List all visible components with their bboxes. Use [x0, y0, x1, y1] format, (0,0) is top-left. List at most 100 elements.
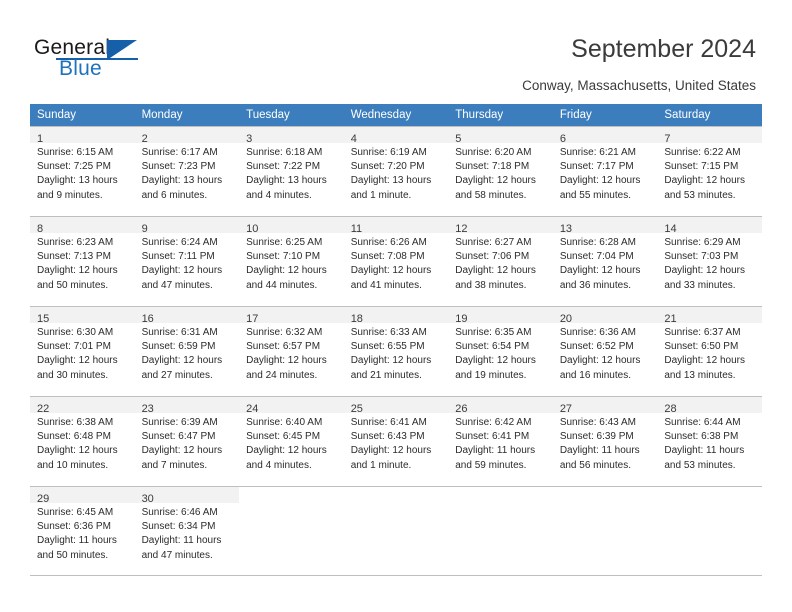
calendar-day-cell[interactable]: 3 Sunrise: 6:18 AM Sunset: 7:22 PM Dayli…: [239, 126, 344, 216]
sunrise-text: Sunrise: 6:46 AM: [141, 507, 218, 518]
sunrise-text: Sunrise: 6:26 AM: [350, 237, 427, 248]
sunset-text: Sunset: 7:08 PM: [350, 251, 425, 263]
weekday-header-thursday: Thursday: [448, 104, 553, 126]
calendar-day-cell[interactable]: 21 Sunrise: 6:37 AM Sunset: 6:50 PM Dayl…: [657, 306, 762, 396]
daylight-text-line2: and 16 minutes.: [559, 369, 631, 381]
day-details: Sunrise: 6:31 AM Sunset: 6:59 PM Dayligh…: [135, 323, 240, 383]
day-number: 6: [559, 133, 566, 145]
calendar-day-cell[interactable]: 14 Sunrise: 6:29 AM Sunset: 7:03 PM Dayl…: [657, 216, 762, 306]
location-subtitle: Conway, Massachusetts, United States: [522, 78, 756, 93]
calendar-day-cell[interactable]: 26 Sunrise: 6:42 AM Sunset: 6:41 PM Dayl…: [448, 396, 553, 486]
daylight-text-line1: Daylight: 11 hours: [141, 535, 222, 547]
day-number: 15: [37, 313, 50, 325]
sunset-text: Sunset: 7:03 PM: [664, 251, 739, 263]
day-details: Sunrise: 6:20 AM Sunset: 7:18 PM Dayligh…: [448, 143, 553, 203]
daylight-text-line1: Daylight: 11 hours: [37, 535, 117, 547]
calendar-day-cell[interactable]: 20 Sunrise: 6:36 AM Sunset: 6:52 PM Dayl…: [552, 306, 658, 396]
day-number: 26: [455, 403, 468, 415]
calendar-day-cell[interactable]: 1 Sunrise: 6:15 AM Sunset: 7:25 PM Dayli…: [30, 126, 135, 216]
calendar-day-cell[interactable]: 8 Sunrise: 6:23 AM Sunset: 7:13 PM Dayli…: [30, 216, 135, 306]
daylight-text-line1: Daylight: 11 hours: [559, 445, 640, 457]
daylight-text-line1: Daylight: 12 hours: [141, 445, 223, 457]
calendar-day-cell-empty: [552, 486, 658, 576]
daylight-text-line1: Daylight: 12 hours: [664, 355, 745, 367]
sunrise-text: Sunrise: 6:23 AM: [37, 237, 114, 248]
sunset-text: Sunset: 6:34 PM: [141, 521, 216, 533]
sunrise-text: Sunrise: 6:28 AM: [559, 237, 636, 248]
sunrise-text: Sunrise: 6:42 AM: [455, 417, 532, 428]
calendar-day-cell[interactable]: 12 Sunrise: 6:27 AM Sunset: 7:06 PM Dayl…: [448, 216, 553, 306]
sunset-text: Sunset: 6:48 PM: [37, 431, 111, 443]
calendar-week-row: 29 Sunrise: 6:45 AM Sunset: 6:36 PM Dayl…: [30, 486, 762, 576]
month-calendar-table: Sunday Monday Tuesday Wednesday Thursday…: [30, 104, 762, 576]
sunset-text: Sunset: 6:36 PM: [37, 521, 111, 533]
day-details: Sunrise: 6:28 AM Sunset: 7:04 PM Dayligh…: [553, 233, 658, 293]
calendar-day-cell[interactable]: 7 Sunrise: 6:22 AM Sunset: 7:15 PM Dayli…: [657, 126, 762, 216]
calendar-day-cell[interactable]: 18 Sunrise: 6:33 AM Sunset: 6:55 PM Dayl…: [343, 306, 449, 396]
calendar-day-cell[interactable]: 13 Sunrise: 6:28 AM Sunset: 7:04 PM Dayl…: [552, 216, 658, 306]
sunset-text: Sunset: 7:18 PM: [455, 161, 530, 173]
day-number: 24: [246, 403, 259, 415]
logo-triangle-icon: [107, 40, 137, 60]
day-details: Sunrise: 6:42 AM Sunset: 6:41 PM Dayligh…: [448, 413, 553, 473]
sunset-text: Sunset: 7:01 PM: [37, 341, 111, 353]
day-number: 4: [350, 133, 357, 145]
page-title: September 2024: [571, 35, 756, 63]
daylight-text-line1: Daylight: 12 hours: [141, 265, 223, 277]
calendar-day-cell[interactable]: 25 Sunrise: 6:41 AM Sunset: 6:43 PM Dayl…: [343, 396, 449, 486]
calendar-day-cell[interactable]: 4 Sunrise: 6:19 AM Sunset: 7:20 PM Dayli…: [343, 126, 449, 216]
daylight-text-line1: Daylight: 12 hours: [559, 265, 641, 277]
day-number: 10: [246, 223, 259, 235]
sunset-text: Sunset: 7:23 PM: [141, 161, 216, 173]
day-details: Sunrise: 6:35 AM Sunset: 6:54 PM Dayligh…: [448, 323, 553, 383]
day-details: Sunrise: 6:23 AM Sunset: 7:13 PM Dayligh…: [30, 233, 135, 293]
sunset-text: Sunset: 7:20 PM: [350, 161, 425, 173]
calendar-day-cell[interactable]: 28 Sunrise: 6:44 AM Sunset: 6:38 PM Dayl…: [657, 396, 762, 486]
calendar-day-cell[interactable]: 9 Sunrise: 6:24 AM Sunset: 7:11 PM Dayli…: [134, 216, 240, 306]
daylight-text-line2: and 47 minutes.: [141, 279, 213, 291]
calendar-day-cell[interactable]: 11 Sunrise: 6:26 AM Sunset: 7:08 PM Dayl…: [343, 216, 449, 306]
calendar-day-cell[interactable]: 19 Sunrise: 6:35 AM Sunset: 6:54 PM Dayl…: [448, 306, 553, 396]
calendar-day-cell[interactable]: 23 Sunrise: 6:39 AM Sunset: 6:47 PM Dayl…: [134, 396, 240, 486]
day-details: Sunrise: 6:39 AM Sunset: 6:47 PM Dayligh…: [135, 413, 240, 473]
sunrise-text: Sunrise: 6:21 AM: [559, 147, 636, 158]
day-number: 21: [664, 313, 677, 325]
daylight-text-line2: and 1 minute.: [350, 459, 412, 471]
sunset-text: Sunset: 6:38 PM: [664, 431, 739, 443]
general-blue-logo[interactable]: General Blue: [34, 36, 154, 82]
sunset-text: Sunset: 6:57 PM: [246, 341, 321, 353]
sunrise-text: Sunrise: 6:15 AM: [37, 147, 114, 158]
calendar-day-cell[interactable]: 22 Sunrise: 6:38 AM Sunset: 6:48 PM Dayl…: [30, 396, 135, 486]
calendar-week-row: 8 Sunrise: 6:23 AM Sunset: 7:13 PM Dayli…: [30, 216, 762, 306]
day-number: 30: [141, 493, 154, 505]
sunset-text: Sunset: 6:50 PM: [664, 341, 739, 353]
daylight-text-line2: and 53 minutes.: [664, 459, 736, 471]
calendar-day-cell[interactable]: 27 Sunrise: 6:43 AM Sunset: 6:39 PM Dayl…: [552, 396, 658, 486]
day-details: Sunrise: 6:43 AM Sunset: 6:39 PM Dayligh…: [553, 413, 658, 473]
calendar-day-cell[interactable]: 5 Sunrise: 6:20 AM Sunset: 7:18 PM Dayli…: [448, 126, 553, 216]
calendar-day-cell[interactable]: 15 Sunrise: 6:30 AM Sunset: 7:01 PM Dayl…: [30, 306, 135, 396]
sunrise-text: Sunrise: 6:45 AM: [37, 507, 114, 518]
sunrise-text: Sunrise: 6:29 AM: [664, 237, 741, 248]
calendar-day-cell[interactable]: 6 Sunrise: 6:21 AM Sunset: 7:17 PM Dayli…: [552, 126, 658, 216]
day-number: 1: [37, 133, 44, 145]
day-number: 18: [350, 313, 363, 325]
sunset-text: Sunset: 7:17 PM: [559, 161, 634, 173]
day-number: 7: [664, 133, 671, 145]
calendar-day-cell[interactable]: 24 Sunrise: 6:40 AM Sunset: 6:45 PM Dayl…: [239, 396, 344, 486]
calendar-day-cell[interactable]: 29 Sunrise: 6:45 AM Sunset: 6:36 PM Dayl…: [30, 486, 135, 576]
day-number: 11: [350, 223, 363, 235]
day-number: 19: [455, 313, 468, 325]
calendar-day-cell[interactable]: 17 Sunrise: 6:32 AM Sunset: 6:57 PM Dayl…: [239, 306, 344, 396]
calendar-day-cell[interactable]: 30 Sunrise: 6:46 AM Sunset: 6:34 PM Dayl…: [134, 486, 240, 576]
day-details: Sunrise: 6:15 AM Sunset: 7:25 PM Dayligh…: [30, 143, 135, 203]
daylight-text-line1: Daylight: 12 hours: [246, 355, 327, 367]
day-details: Sunrise: 6:41 AM Sunset: 6:43 PM Dayligh…: [344, 413, 449, 473]
calendar-day-cell[interactable]: 16 Sunrise: 6:31 AM Sunset: 6:59 PM Dayl…: [134, 306, 240, 396]
daylight-text-line1: Daylight: 13 hours: [350, 175, 432, 187]
daylight-text-line2: and 47 minutes.: [141, 549, 213, 561]
sunrise-text: Sunrise: 6:33 AM: [350, 327, 427, 338]
calendar-day-cell[interactable]: 2 Sunrise: 6:17 AM Sunset: 7:23 PM Dayli…: [134, 126, 240, 216]
calendar-day-cell[interactable]: 10 Sunrise: 6:25 AM Sunset: 7:10 PM Dayl…: [239, 216, 344, 306]
sunrise-text: Sunrise: 6:41 AM: [350, 417, 427, 428]
